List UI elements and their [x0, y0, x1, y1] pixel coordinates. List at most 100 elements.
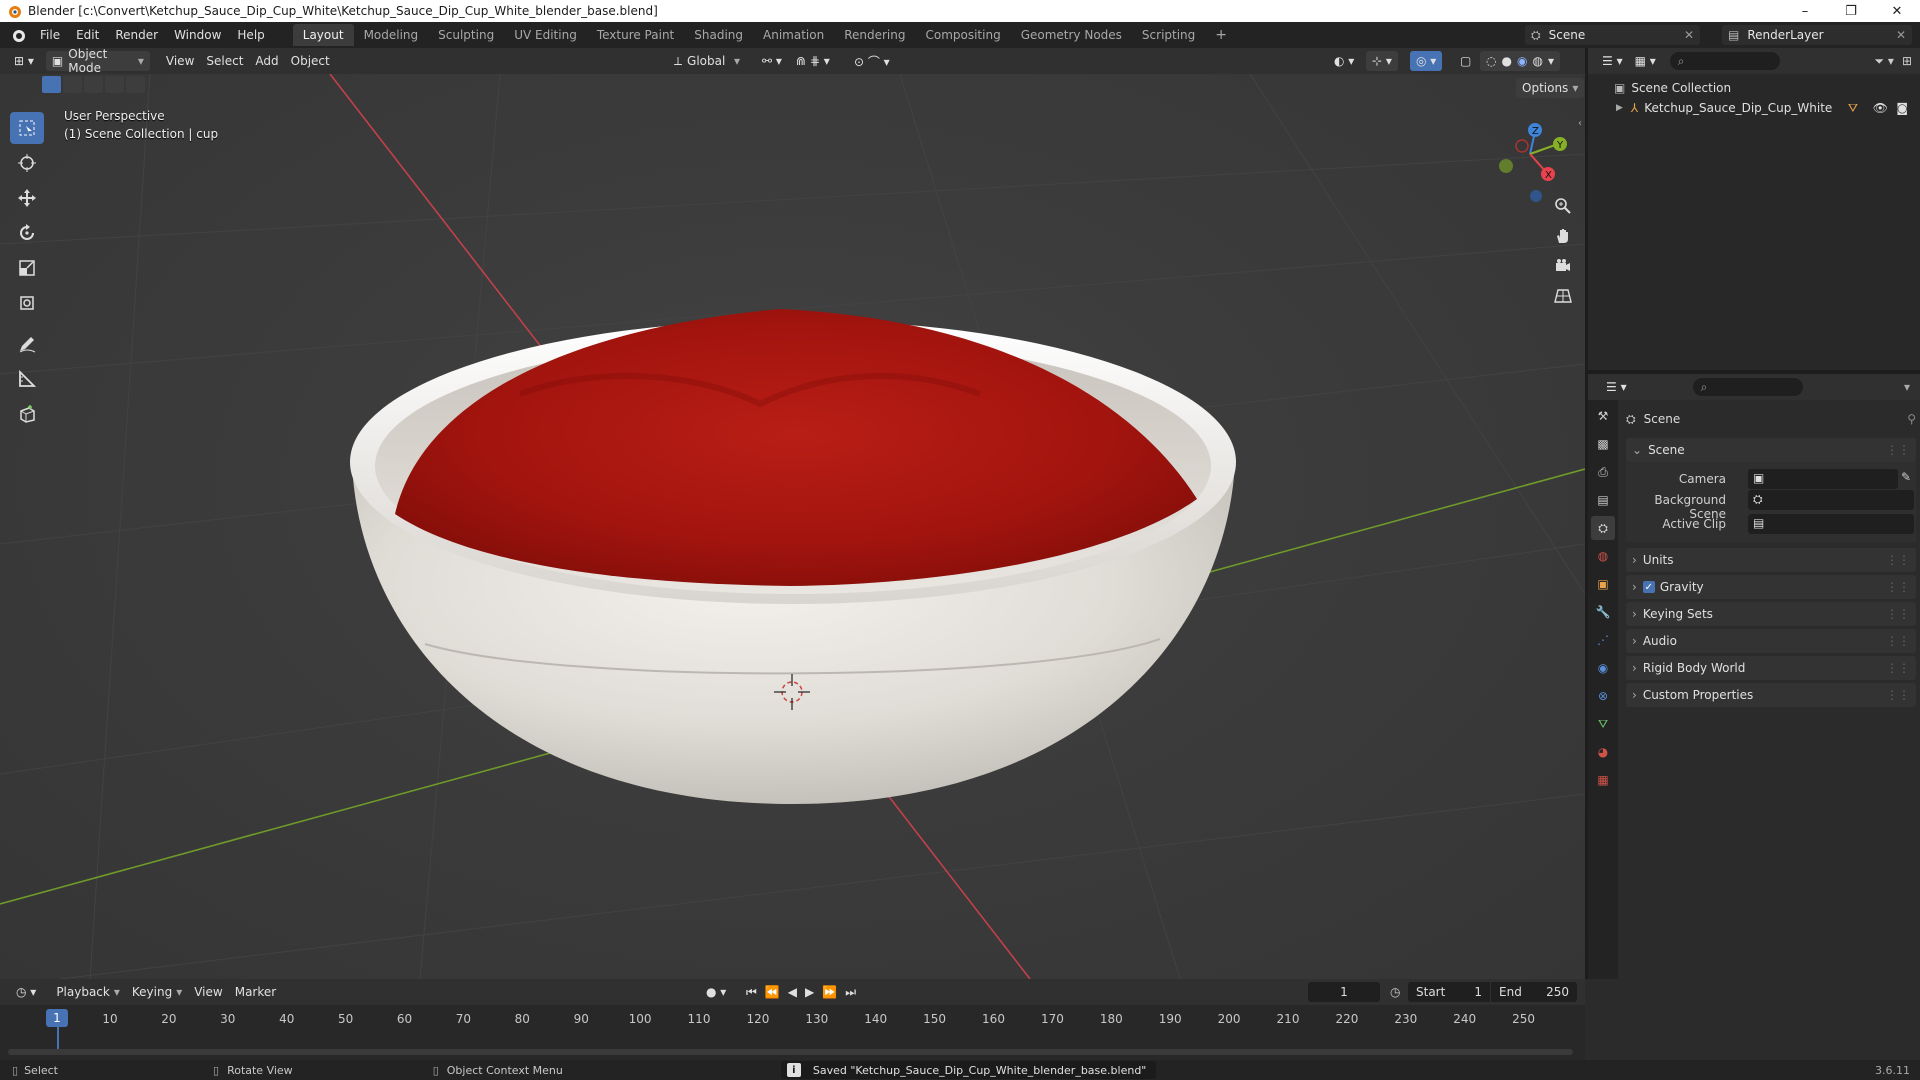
menu-window[interactable]: Window [166, 28, 229, 42]
menu-edit[interactable]: Edit [68, 28, 107, 42]
new-collection-icon[interactable]: ⊞ [1902, 54, 1912, 68]
display-mode-icon[interactable]: ▦ ▾ [1629, 51, 1662, 71]
drag-handle-icon[interactable]: ⋮⋮ [1886, 443, 1910, 457]
tab-texture-paint[interactable]: Texture Paint [587, 24, 684, 46]
close-button[interactable]: ✕ [1874, 0, 1920, 22]
jump-start-icon[interactable]: ⏮ [746, 985, 757, 1000]
tab-animation[interactable]: Animation [753, 24, 834, 46]
scene-selector[interactable]: ⛭ Scene ✕ [1525, 25, 1700, 45]
auto-keying-icon[interactable]: ● ▾ [700, 982, 732, 1002]
measure-tool[interactable] [10, 363, 44, 395]
menu-help[interactable]: Help [229, 28, 272, 42]
tab-compositing[interactable]: Compositing [915, 24, 1010, 46]
annotate-tool[interactable] [10, 328, 44, 360]
outliner-search-input[interactable]: ⌕ [1669, 52, 1780, 70]
rotate-tool[interactable] [10, 217, 44, 249]
texture-tab-icon[interactable]: ▦ [1591, 768, 1615, 792]
panel-gravity[interactable]: › ✓ Gravity ⋮⋮ [1626, 575, 1916, 599]
menu-marker[interactable]: Marker [229, 982, 282, 1002]
eyedropper-icon[interactable]: ✎ [1901, 470, 1911, 484]
object-data-icon[interactable]: ⛛ [1848, 101, 1858, 116]
xray-toggle-icon[interactable]: ▢ [1454, 51, 1477, 71]
selection-mode-buttons[interactable] [42, 76, 145, 93]
scale-tool[interactable] [10, 252, 44, 284]
tab-geometry-nodes[interactable]: Geometry Nodes [1011, 24, 1132, 46]
tab-rendering[interactable]: Rendering [834, 24, 915, 46]
perspective-grid-icon[interactable] [1549, 282, 1577, 310]
preview-range-icon[interactable]: ◷ [1390, 985, 1400, 999]
render-camera-icon[interactable]: ◙ [1896, 101, 1908, 115]
timeline-scrollbar[interactable] [8, 1049, 1573, 1055]
close-icon[interactable]: ✕ [1896, 28, 1906, 42]
camera-view-icon[interactable] [1549, 252, 1577, 280]
mode-selector[interactable]: ▣ Object Mode ▾ [45, 47, 150, 75]
sidebar-toggle-icon[interactable]: ‹ [1578, 118, 1582, 129]
modifier-tab-icon[interactable]: 🔧 [1591, 600, 1615, 624]
overlay-toggle-icon[interactable]: ◎ ▾ [1410, 51, 1443, 71]
select-invert-icon[interactable] [105, 76, 124, 93]
shading-modes[interactable]: ◌ ● ◉ ◍ ▾ [1480, 51, 1560, 71]
properties-editor-type-icon[interactable]: ☰ ▾ [1600, 377, 1633, 397]
menu-object[interactable]: Object [285, 51, 336, 71]
menu-select[interactable]: Select [200, 51, 249, 71]
menu-timeline-view[interactable]: View [188, 982, 228, 1002]
scene-tab-icon[interactable]: ⛭ [1591, 516, 1615, 540]
pin-icon[interactable]: ⚲ [1907, 412, 1916, 426]
background-scene-field[interactable]: ⛭ [1748, 490, 1914, 510]
menu-render[interactable]: Render [107, 28, 166, 42]
world-tab-icon[interactable]: ◍ [1591, 544, 1615, 568]
drag-handle-icon[interactable]: ⋮⋮ [1886, 607, 1910, 621]
play-reverse-icon[interactable]: ◀ [788, 985, 797, 1000]
menu-add[interactable]: Add [249, 51, 284, 71]
eye-visibility-icon[interactable]: 👁 [1873, 101, 1888, 115]
drag-handle-icon[interactable]: ⋮⋮ [1886, 553, 1910, 567]
3d-viewport[interactable]: Z Y X User Perspective (1) Scene Collect… [0, 74, 1585, 979]
outliner-editor-type-icon[interactable]: ☰ ▾ [1596, 51, 1629, 71]
expand-arrow-icon[interactable]: ▶ [1616, 103, 1623, 113]
current-frame-field[interactable]: 1 [1308, 982, 1380, 1002]
menu-keying[interactable]: Keying ▾ [126, 982, 188, 1002]
gravity-checkbox[interactable]: ✓ [1642, 581, 1655, 593]
add-workspace-button[interactable]: + [1205, 23, 1237, 47]
transform-tool[interactable] [10, 287, 44, 319]
view-layer-selector[interactable]: ▤ RenderLayer ✕ [1722, 25, 1912, 45]
camera-field[interactable]: ▣ [1748, 469, 1898, 489]
panel-rigid-body-world[interactable]: › Rigid Body World ⋮⋮ [1626, 656, 1916, 680]
drag-handle-icon[interactable]: ⋮⋮ [1886, 688, 1910, 702]
menu-view[interactable]: View [160, 51, 200, 71]
end-frame-field[interactable]: End 250 [1491, 982, 1577, 1002]
tab-scripting[interactable]: Scripting [1132, 24, 1205, 46]
transform-orientation-dropdown[interactable]: ⟂ Global ▾ [668, 51, 746, 71]
panel-audio[interactable]: › Audio ⋮⋮ [1626, 629, 1916, 653]
panel-keying-sets[interactable]: › Keying Sets ⋮⋮ [1626, 602, 1916, 626]
wireframe-shading-icon[interactable]: ◌ [1486, 54, 1496, 68]
material-shading-icon[interactable]: ◉ [1517, 54, 1527, 68]
editor-type-icon[interactable]: ⊞ ▾ [8, 51, 40, 71]
select-extend-icon[interactable] [63, 76, 82, 93]
render-tab-icon[interactable]: ▩ [1591, 432, 1615, 456]
select-new-icon[interactable] [42, 76, 61, 93]
visibility-icon[interactable]: ◐ ▾ [1328, 51, 1360, 71]
timeline-ruler[interactable]: 1 10 20 30 40 50 60 70 80 90 100 110 120 130 140 150 16… [0, 1005, 1585, 1055]
view-layer-tab-icon[interactable]: ▤ [1591, 488, 1615, 512]
add-cube-tool[interactable] [10, 398, 44, 430]
play-icon[interactable]: ▶ [805, 985, 814, 1000]
prev-keyframe-icon[interactable]: ⏪ [765, 985, 780, 1000]
blender-menu-icon[interactable] [10, 27, 26, 43]
maximize-button[interactable]: ❐ [1828, 0, 1874, 22]
tab-modeling[interactable]: Modeling [354, 24, 429, 46]
pivot-point-icon[interactable]: ⚯ ▾ [756, 51, 788, 71]
panel-custom-properties[interactable]: › Custom Properties ⋮⋮ [1626, 683, 1916, 707]
navigation-gizmo[interactable]: Z Y X [1499, 123, 1567, 202]
material-tab-icon[interactable]: ◕ [1591, 740, 1615, 764]
filter-icon[interactable]: ⏷ ▾ [1874, 54, 1893, 69]
proportional-edit-icon[interactable]: ⊙ ⌒ ▾ [848, 51, 896, 71]
outliner-scene-collection[interactable]: ▣ Scene Collection [1588, 78, 1920, 98]
start-frame-field[interactable]: Start 1 [1408, 982, 1490, 1002]
timeline-editor-type-icon[interactable]: ◷ ▾ [10, 982, 42, 1002]
tool-tab-icon[interactable]: ⚒ [1591, 404, 1615, 428]
move-tool[interactable] [10, 182, 44, 214]
drag-handle-icon[interactable]: ⋮⋮ [1886, 634, 1910, 648]
chevron-down-icon[interactable]: ▾ [1548, 54, 1554, 68]
object-tab-icon[interactable]: ▣ [1591, 572, 1615, 596]
